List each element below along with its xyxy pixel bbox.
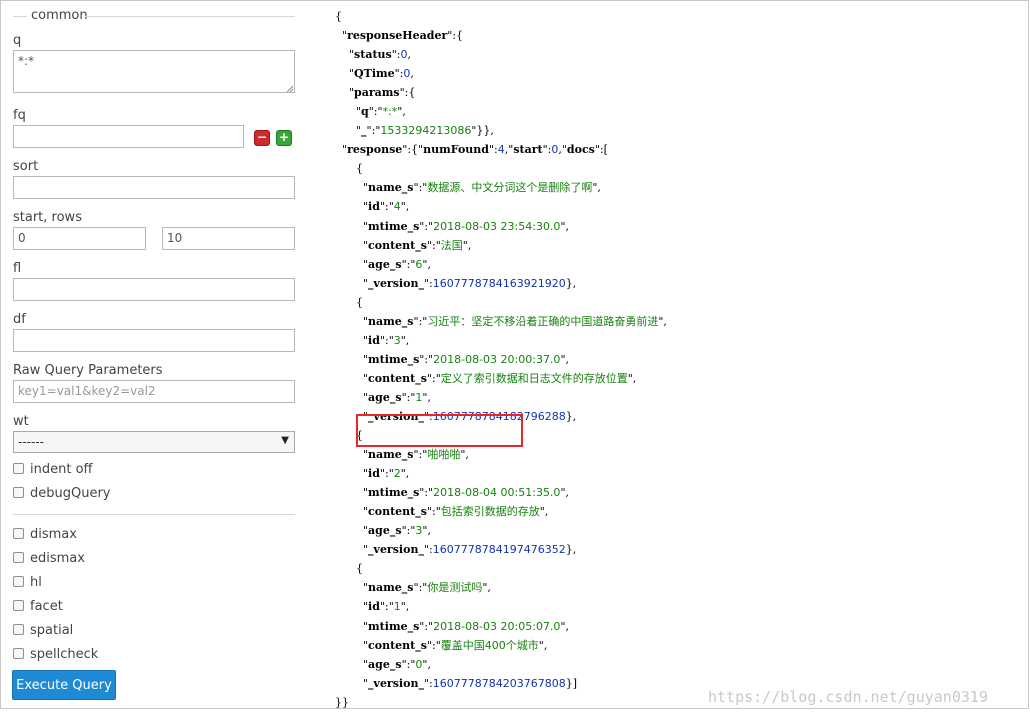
doc-version: 1607778784203767808 xyxy=(432,676,566,690)
doc-id: 2 xyxy=(393,467,401,481)
doc-name: 你是测试吗 xyxy=(427,581,483,595)
spellcheck-label: spellcheck xyxy=(30,647,99,662)
response-json: { "responseHeader":{ "status":0, "QTime"… xyxy=(335,10,667,709)
df-input[interactable] xyxy=(13,329,295,352)
fl-input[interactable] xyxy=(13,278,295,301)
doc-id: 3 xyxy=(393,333,401,347)
sort-label: sort xyxy=(13,159,39,174)
start-input[interactable]: 0 xyxy=(13,227,146,250)
fl-label: fl xyxy=(13,261,22,276)
doc-age: 6 xyxy=(415,257,423,271)
status-value: 0 xyxy=(400,48,408,62)
doc-age: 1 xyxy=(415,390,423,404)
remove-fq-button[interactable]: − xyxy=(254,130,270,146)
q-label: q xyxy=(13,33,22,48)
dismax-label: dismax xyxy=(30,527,77,542)
param-q-value: *:* xyxy=(382,105,398,119)
doc-mtime: 2018-08-03 23:54:30.0 xyxy=(433,219,561,233)
hl-label: hl xyxy=(30,575,42,590)
fq-label: fq xyxy=(13,108,26,123)
plus-icon: + xyxy=(278,130,290,144)
spatial-checkbox[interactable] xyxy=(13,624,24,635)
doc-id: 1 xyxy=(393,600,401,614)
wt-selected-value: ------ xyxy=(18,435,44,449)
doc-content: 法国 xyxy=(440,238,463,252)
fq-input[interactable] xyxy=(13,125,244,148)
wt-label: wt xyxy=(13,414,29,429)
df-label: df xyxy=(13,312,26,327)
doc-mtime: 2018-08-03 20:00:37.0 xyxy=(433,352,561,366)
doc-name: 数据源、中文分词这个是删除了啊 xyxy=(427,181,593,195)
debug-checkbox[interactable] xyxy=(13,487,24,498)
q-input[interactable]: *:* xyxy=(13,50,295,93)
doc-age: 3 xyxy=(415,524,423,538)
edismax-checkbox[interactable] xyxy=(13,552,24,563)
facet-label: facet xyxy=(30,599,63,614)
param-underscore-value: 1533294213086 xyxy=(380,124,472,138)
spellcheck-checkbox[interactable] xyxy=(13,648,24,659)
spatial-label: spatial xyxy=(30,623,74,638)
indent-checkbox[interactable] xyxy=(13,463,24,474)
doc-mtime: 2018-08-03 20:05:07.0 xyxy=(433,619,561,633)
dropdown-arrow-icon: ▼ xyxy=(281,435,289,446)
hl-checkbox[interactable] xyxy=(13,576,24,587)
query-form: common q *:* fq − + sort start, rows 0 1… xyxy=(0,0,310,709)
raw-params-label: Raw Query Parameters xyxy=(13,363,163,378)
doc-name: 啪啪啪 xyxy=(427,448,461,462)
qtime-value: 0 xyxy=(403,67,411,81)
resize-handle-icon[interactable] xyxy=(286,85,293,92)
doc-mtime: 2018-08-04 00:51:35.0 xyxy=(433,486,561,500)
numfound-value: 4 xyxy=(497,143,505,157)
start-rows-label: start, rows xyxy=(13,210,82,225)
doc-content: 定义了索引数据和日志文件的存放位置 xyxy=(440,371,628,385)
doc-age: 0 xyxy=(415,657,423,671)
doc-id: 4 xyxy=(393,200,401,214)
start-value: 0 xyxy=(551,143,559,157)
doc-content: 包括索引数据的存放 xyxy=(440,505,540,519)
execute-query-button[interactable]: Execute Query xyxy=(12,670,116,700)
fieldset-legend: common xyxy=(13,8,295,26)
facet-checkbox[interactable] xyxy=(13,600,24,611)
doc-version: 1607778784163921920 xyxy=(432,276,566,290)
add-fq-button[interactable]: + xyxy=(276,130,292,146)
section-divider xyxy=(13,514,295,515)
debug-label: debugQuery xyxy=(30,486,111,501)
doc-content: 覆盖中国400个城市 xyxy=(440,638,539,652)
indent-label: indent off xyxy=(30,462,93,477)
legend-common: common xyxy=(31,8,88,23)
watermark: https://blog.csdn.net/guyan0319 xyxy=(708,688,988,706)
minus-icon: − xyxy=(256,130,268,144)
doc-version: 1607778784197476352 xyxy=(432,543,566,557)
edismax-label: edismax xyxy=(30,551,85,566)
doc-name: 习近平：坚定不移沿着正确的中国道路奋勇前进 xyxy=(427,314,659,328)
rows-input[interactable]: 10 xyxy=(162,227,295,250)
wt-select[interactable]: ------ ▼ xyxy=(13,431,295,453)
sort-input[interactable] xyxy=(13,176,295,199)
highlight-box xyxy=(356,414,523,447)
dismax-checkbox[interactable] xyxy=(13,528,24,539)
raw-params-input[interactable]: key1=val1&key2=val2 xyxy=(13,380,295,403)
